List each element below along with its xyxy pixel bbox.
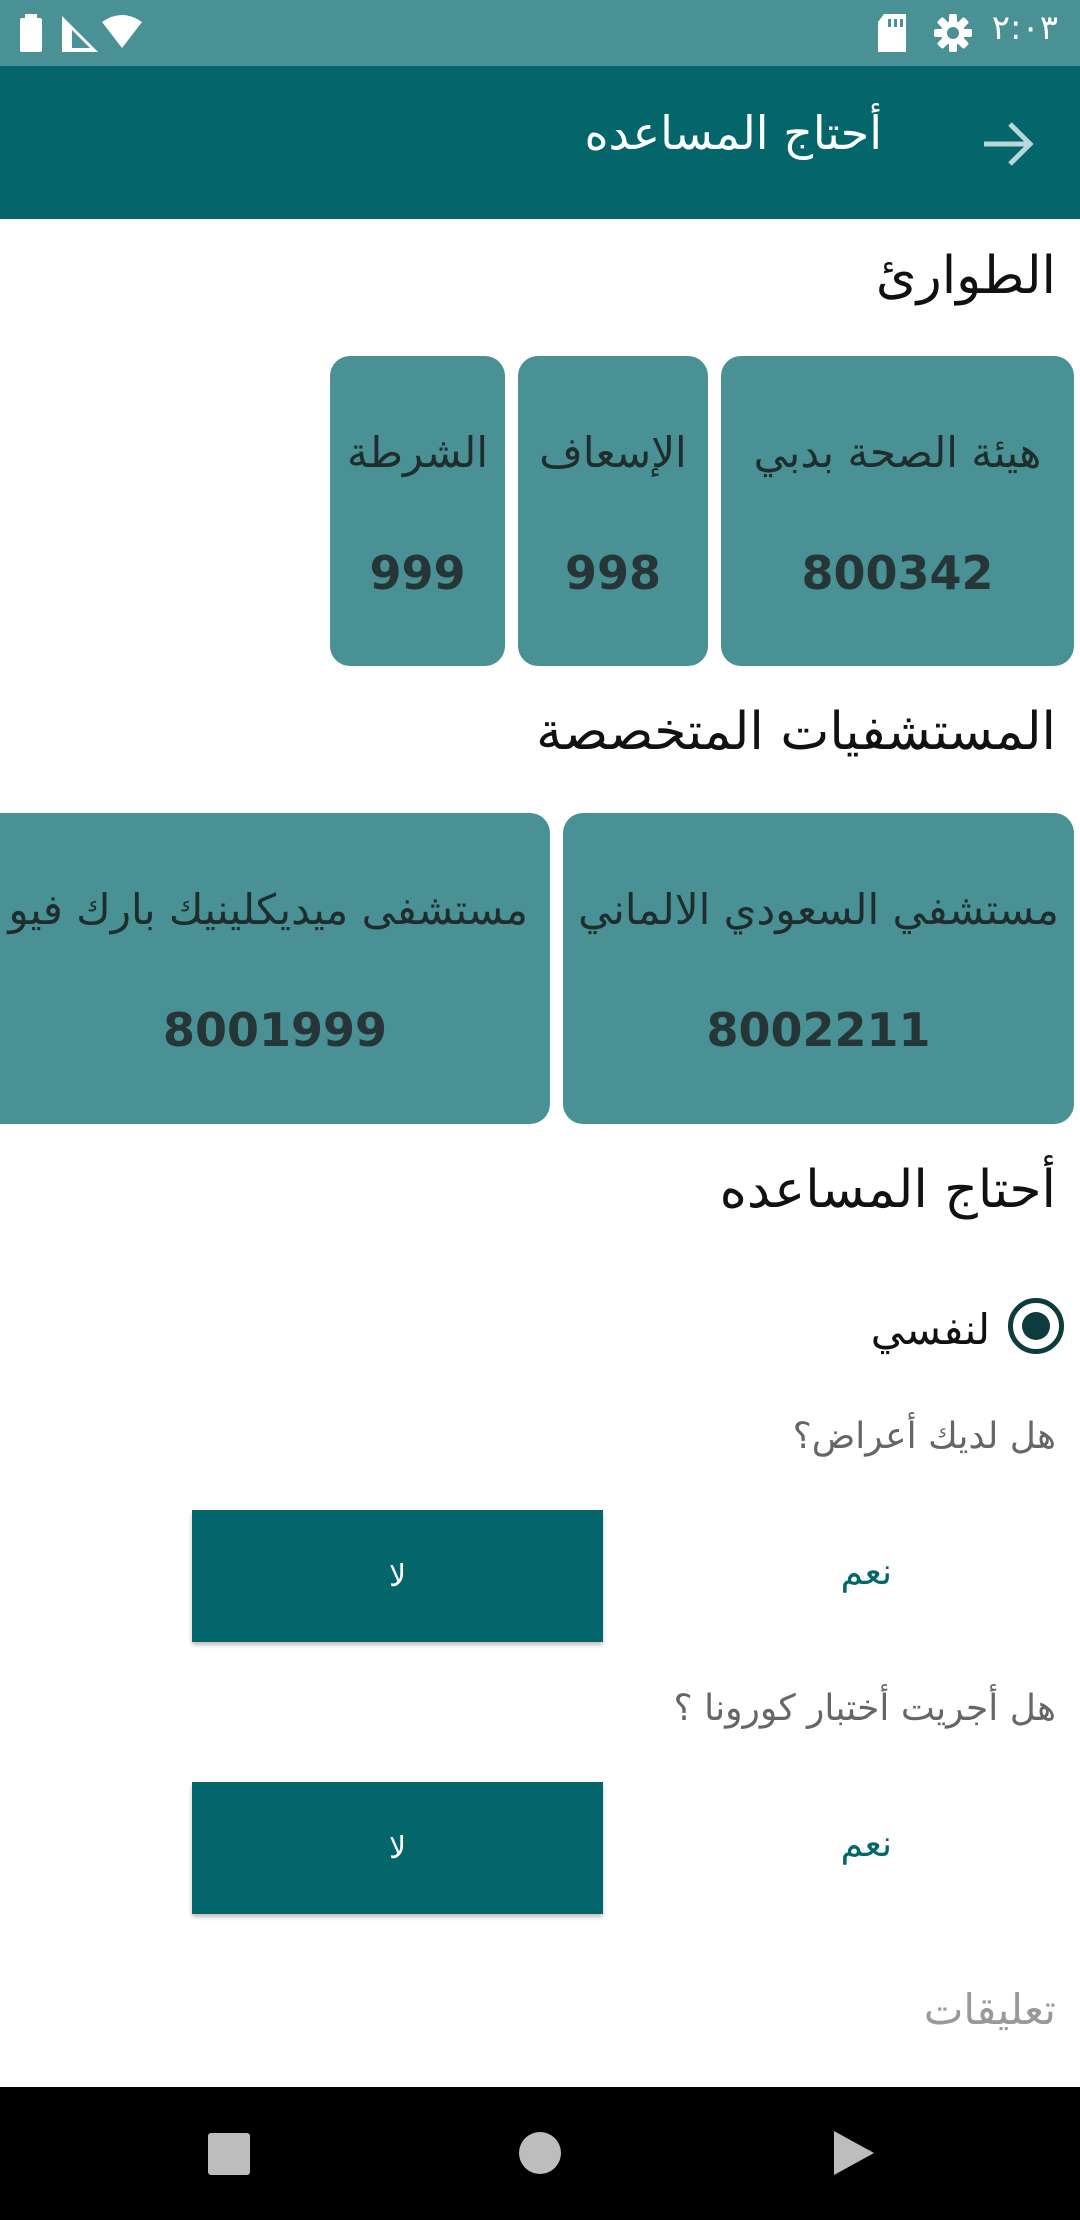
status-bar: ٢:٠٣ xyxy=(0,0,1080,66)
page-title: أحتاج المساعده xyxy=(584,106,882,160)
corona-test-no-button[interactable]: لا xyxy=(192,1782,603,1914)
back-triangle-icon[interactable] xyxy=(832,2129,876,2177)
battery-icon xyxy=(20,14,42,52)
comments-input[interactable]: تعليقات xyxy=(924,1985,1056,2034)
arrow-right-icon[interactable] xyxy=(976,112,1040,176)
emergency-card-police[interactable]: الشرطة 999 xyxy=(330,356,505,666)
emergency-card-ambulance[interactable]: الإسعاف 998 xyxy=(518,356,708,666)
symptoms-question: هل لديك أعراض؟ xyxy=(792,1416,1056,1457)
hospitals-section-title: المستشفيات المتخصصة xyxy=(536,702,1056,762)
symptoms-yes-button[interactable]: نعم xyxy=(841,1552,892,1593)
hospital-card-saudi-german[interactable]: مستشفي السعودي الالماني 8002211 xyxy=(563,813,1074,1124)
recent-apps-icon[interactable] xyxy=(208,2133,250,2175)
app-bar: أحتاج المساعده xyxy=(0,66,1080,219)
card-number: 998 xyxy=(564,546,662,600)
card-name: الشرطة xyxy=(346,428,489,477)
card-number: 8002211 xyxy=(706,1003,931,1057)
radio-label-myself: لنفسي xyxy=(870,1305,990,1354)
emergency-section-title: الطوارئ xyxy=(875,246,1056,306)
radio-button-myself[interactable] xyxy=(1008,1298,1064,1354)
radio-selected-dot xyxy=(1022,1312,1050,1340)
card-number: 8001999 xyxy=(162,1003,388,1057)
help-section-title: أحتاج المساعده xyxy=(719,1160,1056,1220)
home-icon[interactable] xyxy=(518,2131,562,2175)
corona-test-yes-button[interactable]: نعم xyxy=(841,1824,892,1865)
card-number: 800342 xyxy=(801,546,994,600)
hospital-card-mediclinic[interactable]: مستشفى ميديكلينيك بارك فيو 8001999 xyxy=(0,813,550,1124)
sd-card-icon xyxy=(878,14,906,52)
symptoms-no-button[interactable]: لا xyxy=(192,1510,603,1642)
signal-icon xyxy=(62,16,98,52)
settings-gear-icon xyxy=(934,14,972,52)
card-name: الإسعاف xyxy=(539,428,687,477)
system-nav-bar xyxy=(0,2087,1080,2220)
emergency-card-dha[interactable]: هيئة الصحة بدبي 800342 xyxy=(721,356,1074,666)
wifi-icon xyxy=(102,15,142,48)
status-time: ٢:٠٣ xyxy=(991,8,1058,48)
card-name: مستشفى ميديكلينيك بارك فيو xyxy=(8,885,528,934)
card-name: هيئة الصحة بدبي xyxy=(753,428,1042,477)
card-number: 999 xyxy=(369,546,466,600)
card-name: مستشفي السعودي الالماني xyxy=(578,885,1059,934)
corona-test-question: هل أجريت أختبار كورونا ؟ xyxy=(673,1688,1056,1729)
